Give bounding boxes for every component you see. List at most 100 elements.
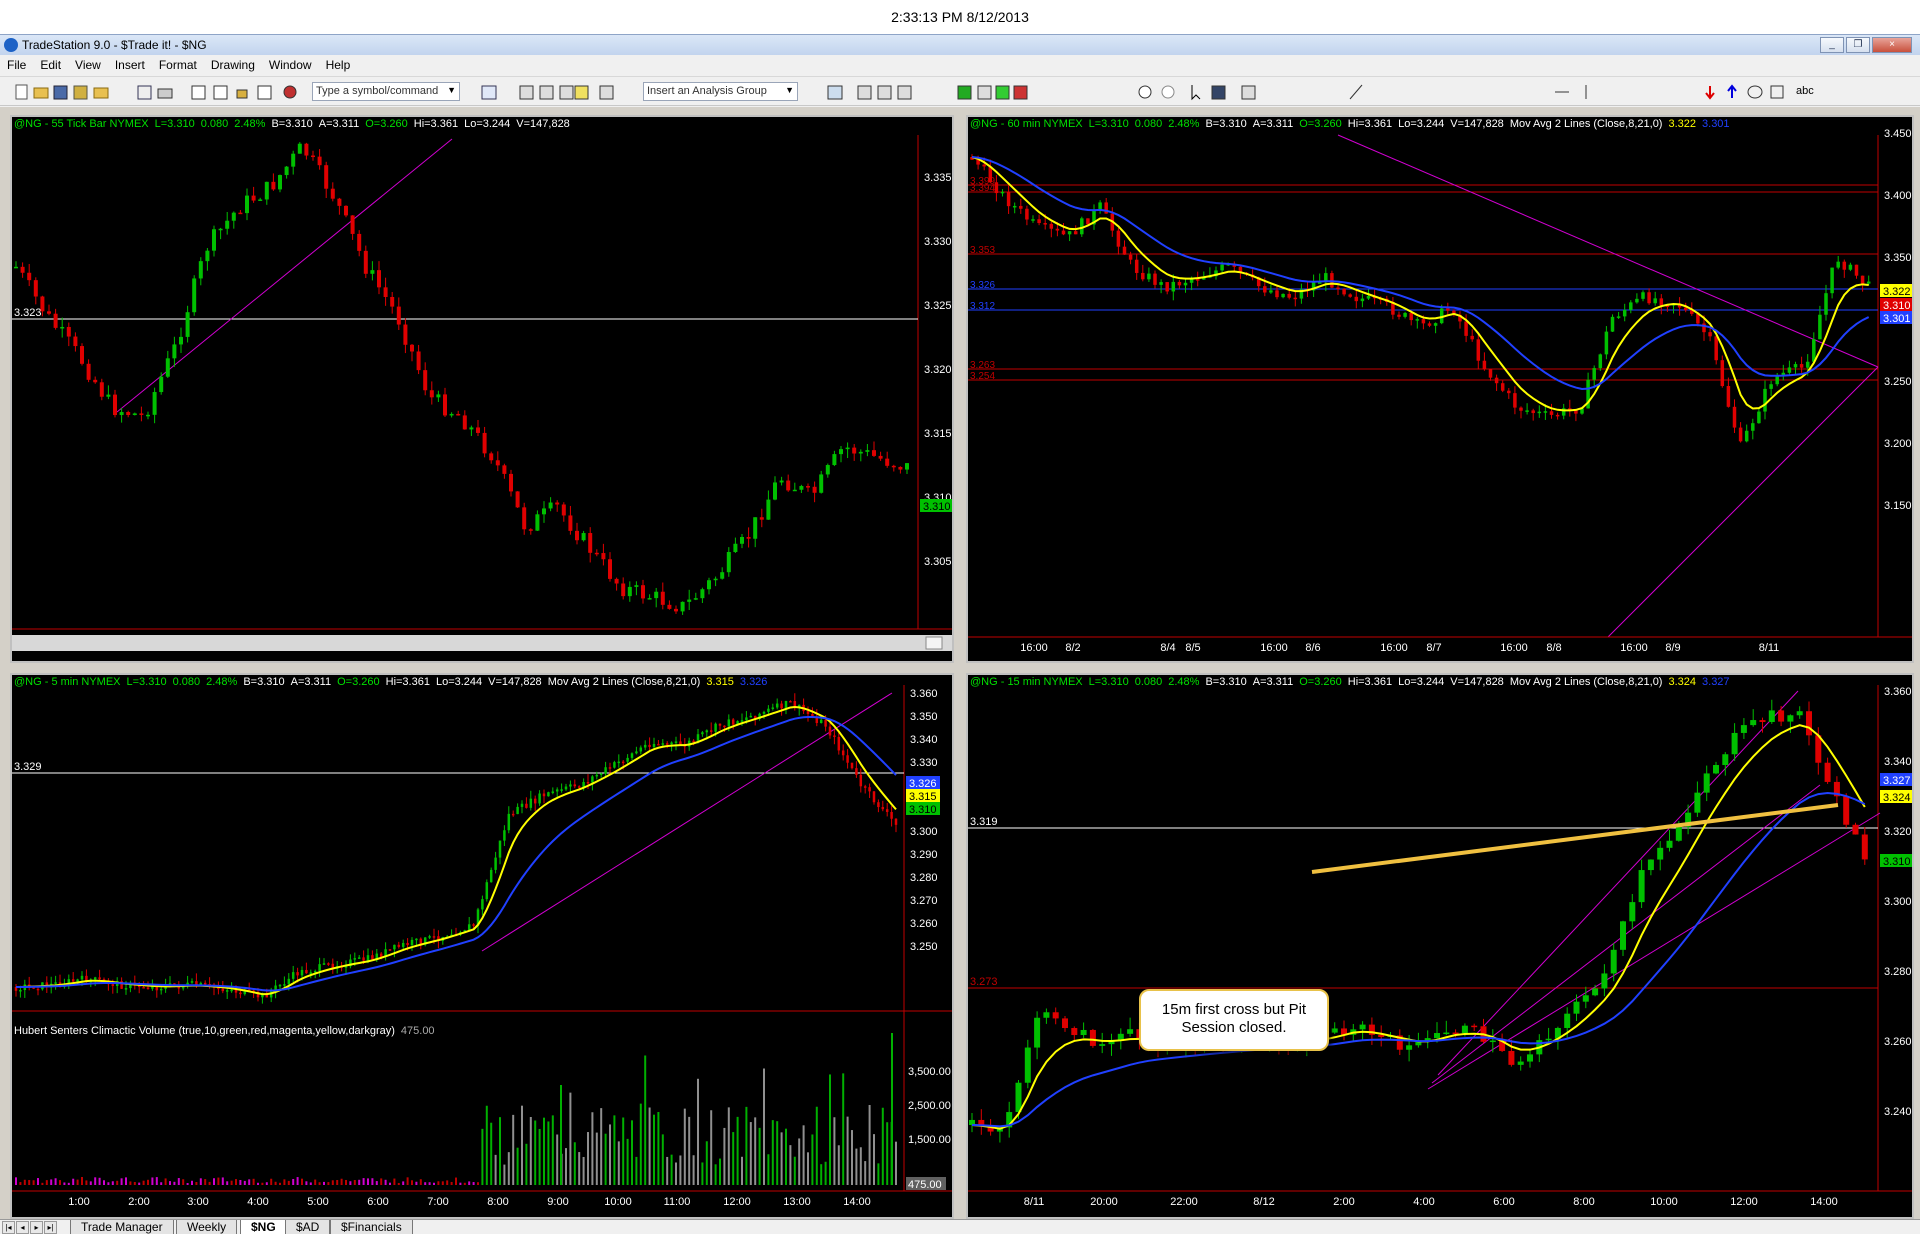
tab-trade-manager[interactable]: Trade Manager xyxy=(70,1220,174,1234)
tick-candle xyxy=(878,455,883,459)
5min-candle xyxy=(784,701,788,709)
tick-candle xyxy=(660,591,665,605)
5min-candle xyxy=(709,730,713,732)
first-tab-icon[interactable]: |◂ xyxy=(2,1221,15,1234)
menu-window[interactable]: Window xyxy=(262,55,319,72)
60min-candle xyxy=(1488,369,1493,378)
symbol-input[interactable]: Type a symbol/command ▼ xyxy=(312,82,460,101)
5min-candle xyxy=(489,869,493,883)
60min-candle xyxy=(1714,336,1718,361)
color-icon[interactable] xyxy=(283,85,297,99)
wrench-icon[interactable] xyxy=(1241,85,1256,100)
arrow-up-icon[interactable] xyxy=(1727,84,1737,98)
menu-insert[interactable]: Insert xyxy=(108,55,152,72)
tick-candle xyxy=(132,413,137,416)
tab-financials[interactable]: $Financials xyxy=(330,1220,413,1234)
green-bar-icon[interactable] xyxy=(995,85,1010,100)
text-tool-button[interactable]: abc xyxy=(1796,85,1814,97)
chart-icon-3[interactable] xyxy=(559,85,574,100)
5min-candle xyxy=(679,741,682,745)
60min-candle xyxy=(1263,286,1267,293)
tick-y-tick: 3.315 xyxy=(924,428,952,440)
arrow-down-icon[interactable] xyxy=(1705,86,1715,100)
analysis-group-select[interactable]: Insert an Analysis Group ▼ xyxy=(643,82,798,101)
menu-format[interactable]: Format xyxy=(152,55,204,72)
minimize-button[interactable]: _ xyxy=(1820,37,1844,53)
pointer-icon[interactable] xyxy=(1191,85,1201,101)
5min-candle xyxy=(234,989,238,993)
folder-icon[interactable] xyxy=(93,87,109,99)
60min-candle xyxy=(1189,279,1194,283)
open-folder-icon[interactable] xyxy=(33,87,49,99)
close-button[interactable]: × xyxy=(1872,37,1912,53)
60min-chart-window[interactable]: @NG - 60 min NYMEX L=3.310 0.080 2.48% B=3.3… xyxy=(966,115,1914,663)
chart-icon-2[interactable] xyxy=(539,85,554,100)
15min-candle xyxy=(1573,1001,1580,1014)
save-icon[interactable] xyxy=(53,85,68,100)
chart-icon-1[interactable] xyxy=(519,85,534,100)
menu-edit[interactable]: Edit xyxy=(33,55,68,72)
tick-candle xyxy=(792,489,797,492)
5min-candle xyxy=(142,987,145,989)
bar-chart-icon[interactable] xyxy=(977,85,992,100)
red-bar-icon[interactable] xyxy=(1013,85,1028,100)
last-tab-icon[interactable]: ▸| xyxy=(44,1221,57,1234)
symbol-lookup-icon[interactable] xyxy=(481,85,497,100)
15min-chart-window[interactable]: @NG - 15 min NYMEX L=3.310 0.080 2.48% B=3.3… xyxy=(966,673,1914,1219)
prev-tab-icon[interactable]: ◂ xyxy=(16,1221,29,1234)
analysis-icon[interactable] xyxy=(827,85,843,100)
tick-candle xyxy=(205,250,210,262)
chart-analysis-icon[interactable] xyxy=(957,85,972,100)
window-icon-2[interactable] xyxy=(213,85,228,100)
chart-annotation-callout[interactable]: 15m first cross but Pit Session closed. xyxy=(1139,989,1329,1051)
workspace-icon[interactable] xyxy=(73,85,88,100)
alert-icon[interactable] xyxy=(877,85,892,100)
next-tab-icon[interactable]: ▸ xyxy=(30,1221,43,1234)
radar-icon[interactable] xyxy=(599,85,614,100)
tick-candle xyxy=(482,432,487,454)
menu-file[interactable]: File xyxy=(0,55,33,72)
5min-chart-window[interactable]: @NG - 5 min NYMEX L=3.310 0.080 2.48% B=3.31… xyxy=(10,673,954,1219)
60min-candle xyxy=(1183,282,1188,286)
grid-icon[interactable] xyxy=(257,85,272,100)
15min-red-level-label: 3.273 xyxy=(970,976,998,988)
tick-candle xyxy=(548,502,553,509)
5min-candle xyxy=(674,741,678,743)
rectangle-icon[interactable] xyxy=(1770,85,1784,99)
tools-icon[interactable] xyxy=(857,85,872,100)
chart-icon-4[interactable] xyxy=(574,85,589,100)
5min-candle xyxy=(617,761,621,764)
print-preview-icon[interactable] xyxy=(137,85,152,100)
print-icon[interactable] xyxy=(157,88,173,99)
15min-candle xyxy=(1062,1018,1068,1029)
menu-help[interactable]: Help xyxy=(319,55,358,72)
lock-icon[interactable] xyxy=(236,89,248,99)
tick-candle xyxy=(872,450,876,456)
trendline-tool-icon[interactable] xyxy=(1349,84,1363,100)
drawing-tool-icon[interactable] xyxy=(1211,85,1226,100)
15min-candle xyxy=(1852,824,1859,835)
matrix-icon[interactable] xyxy=(897,85,912,100)
tab-ng[interactable]: $NG xyxy=(240,1220,287,1234)
window-icon-1[interactable] xyxy=(191,85,206,100)
5min-x-tick: 11:00 xyxy=(664,1196,691,1208)
15min-candle xyxy=(1582,995,1589,1002)
new-file-icon[interactable] xyxy=(15,84,28,100)
5min-candle xyxy=(71,979,75,982)
zoom-in-icon[interactable] xyxy=(1138,85,1152,99)
60min-candle xyxy=(1732,406,1737,428)
restore-button[interactable]: ❐ xyxy=(1846,37,1870,53)
menu-view[interactable]: View xyxy=(68,55,108,72)
60min-x-tick: 8/6 xyxy=(1305,642,1320,654)
menu-drawing[interactable]: Drawing xyxy=(204,55,262,72)
tick-candle xyxy=(641,585,645,599)
tick-chart-window[interactable]: @NG - 55 Tick Bar NYMEX L=3.310 0.080 2.48%… xyxy=(10,115,954,663)
tab-ad[interactable]: $AD xyxy=(285,1220,331,1234)
tab-weekly[interactable]: Weekly xyxy=(176,1220,238,1234)
5min-candle xyxy=(159,988,163,991)
ellipse-icon[interactable] xyxy=(1747,85,1763,99)
5min-candle xyxy=(287,978,291,985)
zoom-out-icon[interactable] xyxy=(1161,85,1175,99)
5min-candle xyxy=(291,972,295,979)
5min-candle xyxy=(494,857,497,870)
